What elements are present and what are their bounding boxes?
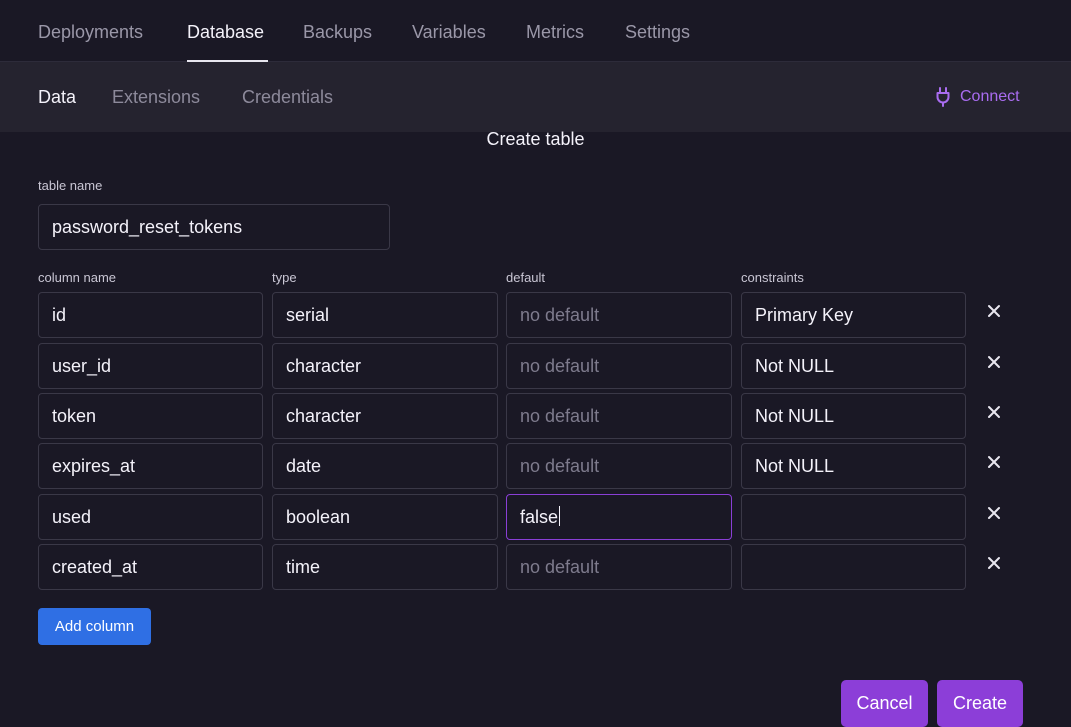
tab-backups[interactable]: Backups (303, 22, 372, 43)
column-default-input[interactable]: false (506, 494, 732, 540)
column-constraints-input[interactable]: Primary Key (741, 292, 966, 338)
column-constraints-input[interactable] (741, 544, 966, 590)
tab-settings[interactable]: Settings (625, 22, 690, 43)
column-default-input[interactable]: no default (506, 544, 732, 590)
remove-column-icon[interactable] (986, 505, 1002, 521)
connect-label: Connect (960, 88, 1020, 105)
column-default-input[interactable]: no default (506, 343, 732, 389)
remove-column-icon[interactable] (986, 404, 1002, 420)
table-name-input[interactable]: password_reset_tokens (38, 204, 390, 250)
default-header: default (506, 270, 546, 285)
subtab-credentials[interactable]: Credentials (242, 87, 333, 108)
column-constraints-input[interactable]: Not NULL (741, 443, 966, 489)
column-name-input[interactable]: id (38, 292, 263, 338)
column-type-input[interactable]: serial (272, 292, 498, 338)
column-constraints-input[interactable]: Not NULL (741, 343, 966, 389)
column-name-header: column name (38, 270, 117, 285)
tab-metrics[interactable]: Metrics (526, 22, 584, 43)
remove-column-icon[interactable] (986, 454, 1002, 470)
constraints-header: constraints (741, 270, 804, 285)
create-button[interactable]: Create (937, 680, 1023, 727)
table-name-label: table name (38, 178, 103, 193)
column-type-input[interactable]: boolean (272, 494, 498, 540)
column-default-input[interactable]: no default (506, 292, 732, 338)
column-type-input[interactable]: character (272, 343, 498, 389)
column-name-input[interactable]: expires_at (38, 443, 263, 489)
column-name-input[interactable]: created_at (38, 544, 263, 590)
column-default-input[interactable]: no default (506, 393, 732, 439)
column-name-input[interactable]: token (38, 393, 263, 439)
column-name-input[interactable]: used (38, 494, 263, 540)
connect-button[interactable]: Connect (936, 86, 1020, 108)
column-type-input[interactable]: time (272, 544, 498, 590)
type-header: type (272, 270, 297, 285)
remove-column-icon[interactable] (986, 555, 1002, 571)
top-nav: Deployments Database Backups Variables M… (0, 0, 1071, 62)
form-title: Create table (486, 129, 585, 149)
subtab-data[interactable]: Data (38, 87, 76, 108)
remove-column-icon[interactable] (986, 303, 1002, 319)
tab-variables[interactable]: Variables (412, 22, 486, 43)
cancel-button[interactable]: Cancel (841, 680, 928, 727)
column-constraints-input[interactable] (741, 494, 966, 540)
column-type-input[interactable]: date (272, 443, 498, 489)
column-default-input[interactable]: no default (506, 443, 732, 489)
column-type-input[interactable]: character (272, 393, 498, 439)
column-constraints-input[interactable]: Not NULL (741, 393, 966, 439)
plug-icon (936, 87, 950, 107)
column-name-input[interactable]: user_id (38, 343, 263, 389)
remove-column-icon[interactable] (986, 354, 1002, 370)
tab-deployments[interactable]: Deployments (38, 22, 143, 43)
subtab-extensions[interactable]: Extensions (112, 87, 200, 108)
add-column-button[interactable]: Add column (38, 608, 151, 645)
sub-nav: Data Extensions Credentials Connect (0, 62, 1071, 132)
tab-database[interactable]: Database (187, 22, 264, 43)
text-caret (559, 506, 561, 526)
